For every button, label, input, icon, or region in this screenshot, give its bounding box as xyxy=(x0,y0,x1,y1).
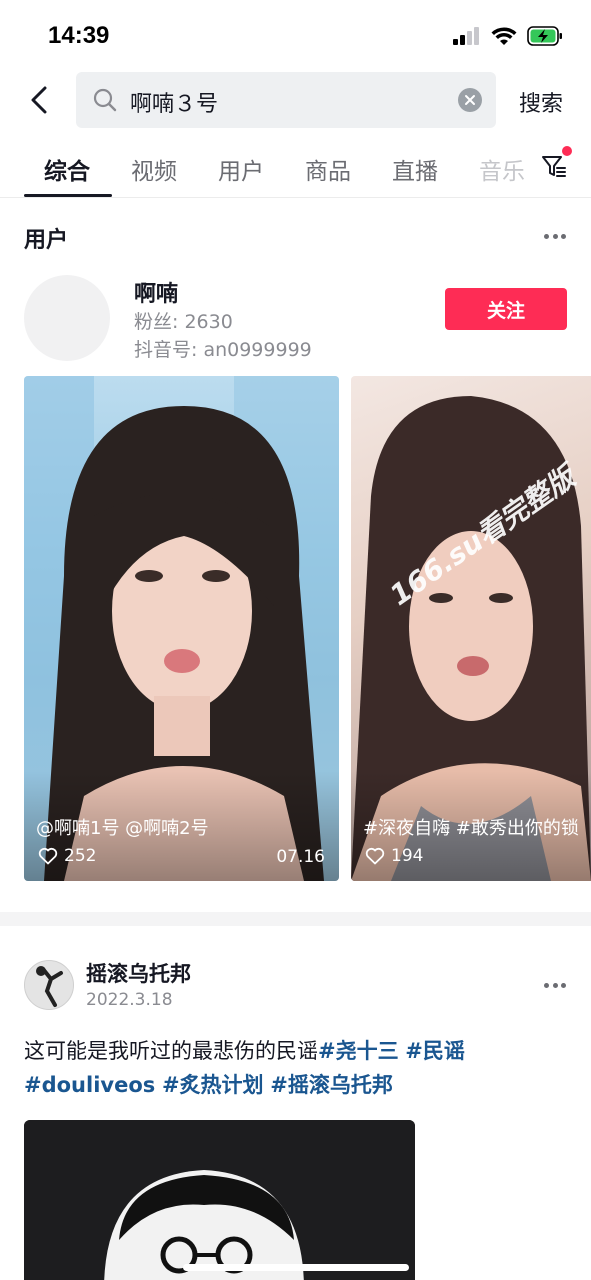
search-input[interactable]: 啊喃３号 xyxy=(76,72,496,128)
wifi-icon xyxy=(491,26,517,45)
filter-icon xyxy=(542,156,566,177)
dot-icon xyxy=(552,983,558,988)
post-video[interactable] xyxy=(24,1120,415,1280)
user-name[interactable]: 啊喃 xyxy=(134,276,178,308)
clear-search-icon[interactable] xyxy=(458,88,482,112)
home-indicator xyxy=(183,1264,409,1271)
tab-users[interactable]: 用户 xyxy=(218,152,264,186)
post-date: 2022.3.18 xyxy=(86,990,173,1010)
user-video-carousel: @啊喃1号 @啊喃2号 252 07.16 166.su看完整版 #深夜自嗨 #… xyxy=(24,376,591,881)
like-count: 194 xyxy=(391,846,424,866)
video-card[interactable]: 166.su看完整版 #深夜自嗨 #敢秀出你的锁 194 xyxy=(351,376,591,881)
close-icon xyxy=(465,95,475,105)
video-likes: 252 xyxy=(38,846,96,866)
avatar[interactable] xyxy=(24,275,110,361)
users-section-title: 用户 xyxy=(24,228,69,253)
result-tabs: 综合 视频 用户 商品 直播 音乐 xyxy=(0,140,591,198)
search-icon xyxy=(93,88,117,112)
hashtag-link[interactable]: #douliveos xyxy=(24,1073,155,1097)
hashtag-link[interactable]: #尧十三 xyxy=(318,1039,399,1063)
hashtag-link[interactable]: #摇滚乌托邦 xyxy=(270,1073,393,1097)
follow-button[interactable]: 关注 xyxy=(445,288,567,330)
post-video-thumbnail xyxy=(24,1120,415,1280)
video-card[interactable]: @啊喃1号 @啊喃2号 252 07.16 xyxy=(24,376,339,881)
tab-videos[interactable]: 视频 xyxy=(131,152,177,186)
dot-icon xyxy=(544,983,549,988)
hashtag-link[interactable]: #民谣 xyxy=(405,1039,465,1063)
user-fans-count: 粉丝: 2630 xyxy=(134,311,233,333)
like-count: 252 xyxy=(64,846,97,866)
chevron-left-icon xyxy=(31,86,47,114)
hashtag-link[interactable]: #炙热计划 xyxy=(162,1073,264,1097)
back-button[interactable] xyxy=(24,84,54,116)
post-text: 这可能是我听过的最悲伤的民谣#尧十三 #民谣 #douliveos #炙热计划 #… xyxy=(24,1034,569,1102)
cellular-signal-icon xyxy=(453,27,479,45)
search-row: 啊喃３号 搜索 xyxy=(0,72,591,128)
avatar-image xyxy=(25,961,73,1009)
search-query-text: 啊喃３号 xyxy=(130,92,219,117)
search-button[interactable]: 搜索 xyxy=(519,86,563,118)
tab-products[interactable]: 商品 xyxy=(305,152,351,186)
video-caption: @啊喃1号 @啊喃2号 xyxy=(36,818,209,839)
heart-icon xyxy=(365,847,385,865)
video-caption: #深夜自嗨 #敢秀出你的锁 xyxy=(363,818,579,839)
dot-icon xyxy=(544,234,549,239)
heart-icon xyxy=(38,847,58,865)
status-icons xyxy=(453,26,563,46)
active-tab-indicator xyxy=(24,194,112,197)
section-divider xyxy=(0,912,591,926)
post-author-name[interactable]: 摇滚乌托邦 xyxy=(86,958,191,988)
status-bar: 14:39 xyxy=(0,0,591,72)
tab-comprehensive[interactable]: 综合 xyxy=(44,152,90,186)
status-time: 14:39 xyxy=(48,22,110,49)
dot-icon xyxy=(561,983,566,988)
post-author-avatar[interactable] xyxy=(24,960,74,1010)
tab-live[interactable]: 直播 xyxy=(392,152,438,186)
notification-dot xyxy=(562,146,572,156)
post-more-button[interactable] xyxy=(544,983,566,989)
video-likes: 194 xyxy=(365,846,423,866)
video-date: 07.16 xyxy=(276,847,325,867)
tab-music[interactable]: 音乐 xyxy=(479,152,525,186)
post-body: 这可能是我听过的最悲伤的民谣 xyxy=(24,1039,318,1063)
battery-charging-icon xyxy=(527,26,562,46)
dot-icon xyxy=(552,234,558,239)
users-more-button[interactable] xyxy=(544,234,566,240)
filter-button[interactable] xyxy=(540,146,572,182)
dot-icon xyxy=(561,234,566,239)
user-douyin-id: 抖音号: an0999999 xyxy=(134,339,312,361)
